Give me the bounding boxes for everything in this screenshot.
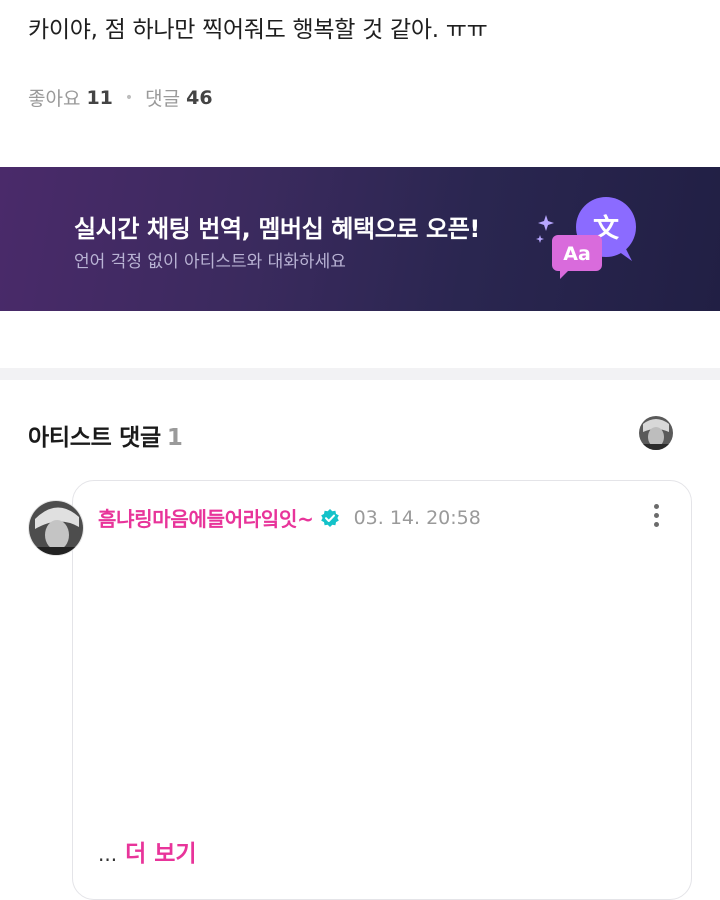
see-more-link[interactable]: 더 보기 xyxy=(125,834,197,868)
translate-bubble-icon: 文 Aa xyxy=(536,197,636,279)
likes-count: 11 xyxy=(86,86,113,109)
banner-title: 실시간 채팅 번역, 멤버십 혜택으로 오픈! xyxy=(74,215,480,243)
post-meta: 좋아요 11 • 댓글 46 xyxy=(28,84,213,111)
verified-badge-icon xyxy=(320,508,339,527)
membership-banner[interactable]: 실시간 채팅 번역, 멤버십 혜택으로 오픈! 언어 걱정 없이 아티스트와 대… xyxy=(0,167,720,311)
meta-separator: • xyxy=(124,89,134,106)
comments-count: 46 xyxy=(186,86,213,109)
see-more-row: ... 더 보기 xyxy=(98,834,197,868)
artist-comments-title: 아티스트 댓글 xyxy=(28,425,161,451)
comment-timestamp: 03. 14. 20:58 xyxy=(353,506,481,529)
artist-comments-count: 1 xyxy=(166,425,183,451)
sparkle-icon xyxy=(536,215,554,243)
comment-author-avatar[interactable] xyxy=(28,500,84,556)
comment-author-row: 흠냐링마음에들어라잌잇~ 03. 14. 20:58 xyxy=(98,503,481,532)
section-divider xyxy=(0,368,720,380)
artist-comments-heading: 아티스트 댓글 1 xyxy=(28,418,183,452)
likes-label[interactable]: 좋아요 xyxy=(28,84,80,111)
truncation-ellipsis: ... xyxy=(98,842,118,866)
banner-subtitle: 언어 걱정 없이 아티스트와 대화하세요 xyxy=(74,252,346,272)
post-text: 카이야, 점 하나만 찍어줘도 행복할 것 같아. ㅠㅠ xyxy=(28,17,488,43)
comment-author-name[interactable]: 흠냐링마음에들어라잌잇~ xyxy=(98,503,314,532)
more-vertical-icon[interactable] xyxy=(645,500,667,530)
artist-avatar-small[interactable] xyxy=(639,416,673,450)
comments-label[interactable]: 댓글 xyxy=(145,84,180,111)
translate-glyph-a: Aa xyxy=(563,243,591,265)
